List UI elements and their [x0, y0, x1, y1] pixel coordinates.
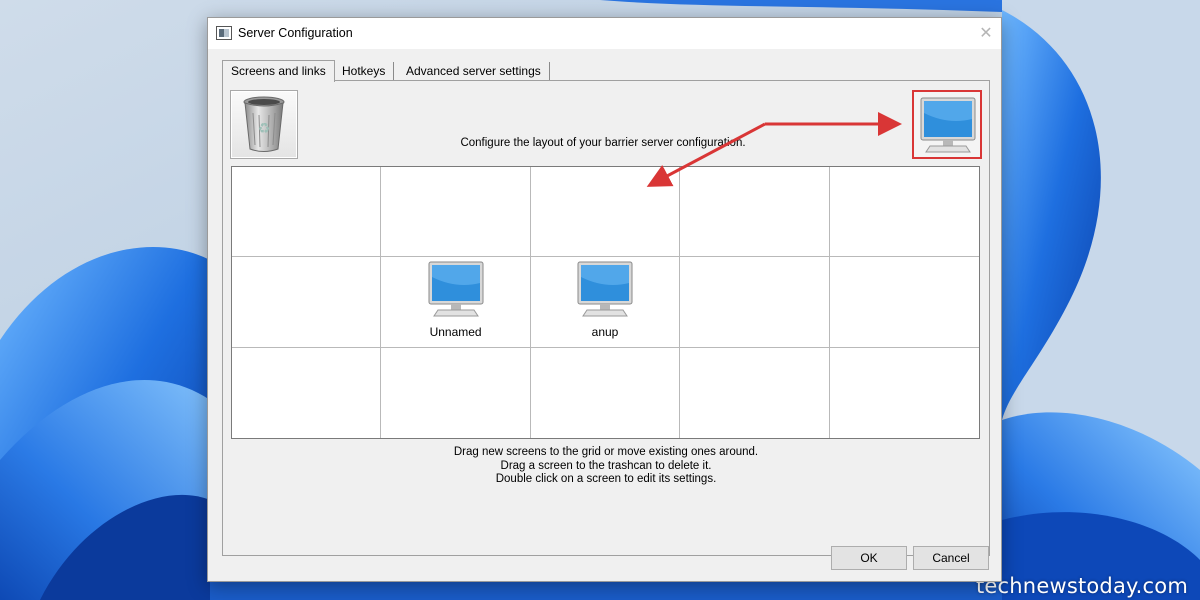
grid-cell[interactable]: [232, 257, 382, 348]
cancel-button[interactable]: Cancel: [913, 546, 989, 570]
grid-cell[interactable]: [232, 347, 382, 438]
tab-hotkeys[interactable]: Hotkeys: [334, 62, 395, 81]
svg-text:♻: ♻: [258, 121, 271, 137]
screen-name-label: Unnamed: [429, 325, 482, 340]
help-line: Drag new screens to the grid or move exi…: [453, 446, 759, 458]
monitor-icon: [920, 97, 976, 153]
grid-cell[interactable]: Unnamed: [381, 257, 531, 348]
close-button[interactable]: ✕: [971, 18, 1001, 49]
grid-cell[interactable]: [381, 347, 531, 438]
grid-cell[interactable]: [531, 347, 681, 438]
grid-cell[interactable]: [530, 167, 681, 258]
tab-advanced-server-settings[interactable]: Advanced server settings: [398, 62, 550, 81]
grid-cell[interactable]: anup: [530, 257, 681, 348]
server-configuration-window: Server Configuration ✕ Screens and links…: [207, 17, 1002, 582]
tab-screens-and-links[interactable]: Screens and links: [222, 60, 335, 82]
help-line: Drag a screen to the trashcan to delete …: [500, 459, 712, 472]
screen-grid[interactable]: Unnamed anup: [231, 166, 980, 439]
grid-cell[interactable]: [830, 348, 979, 438]
screens-and-links-panel: ♻ Configure the layout of your barrier s…: [222, 80, 990, 556]
screen-name-label: anup: [591, 325, 619, 340]
screen-anup[interactable]: anup: [531, 261, 679, 339]
ok-button[interactable]: OK: [831, 546, 907, 570]
grid-cell[interactable]: [381, 167, 531, 258]
new-screen-button[interactable]: [912, 90, 982, 159]
window-title: Server Configuration: [238, 26, 353, 40]
grid-cell[interactable]: [232, 167, 382, 258]
app-icon: [216, 26, 232, 40]
grid-cell[interactable]: [680, 257, 830, 348]
trash-can-button[interactable]: ♻: [230, 90, 298, 159]
grid-cell[interactable]: [829, 167, 979, 258]
watermark-text: technewstoday.com: [976, 574, 1188, 598]
screen-unnamed[interactable]: Unnamed: [381, 261, 529, 339]
title-bar[interactable]: Server Configuration ✕: [208, 18, 1001, 49]
layout-instruction: Configure the layout of your barrier ser…: [460, 137, 746, 149]
grid-cell[interactable]: [680, 167, 830, 258]
trash-can-icon: ♻: [243, 96, 285, 152]
help-line: Double click on a screen to edit its set…: [495, 473, 717, 485]
grid-help-text: Drag new screens to the grid or move exi…: [223, 446, 989, 487]
monitor-icon: [428, 261, 484, 317]
grid-cell[interactable]: [829, 257, 979, 348]
monitor-icon: [577, 261, 633, 317]
grid-cell[interactable]: [680, 347, 830, 438]
